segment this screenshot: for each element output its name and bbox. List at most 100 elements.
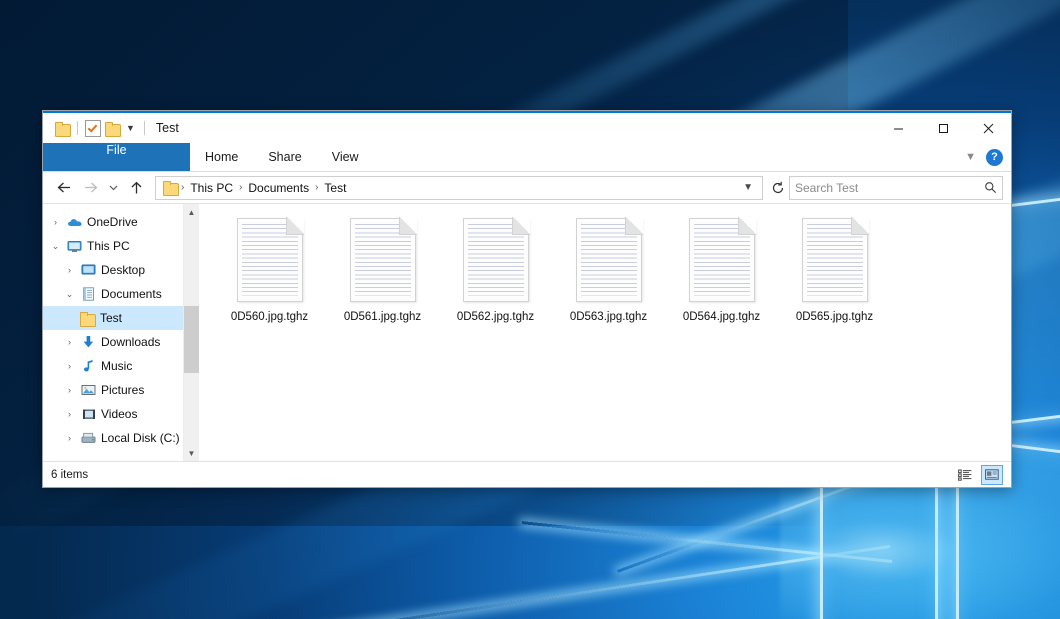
close-button[interactable]	[966, 113, 1011, 143]
sidebar-item-label: Test	[100, 311, 122, 325]
sidebar-item-label: OneDrive	[87, 215, 138, 229]
sidebar-item-label: Videos	[101, 407, 137, 421]
monitor-icon	[66, 238, 83, 254]
sidebar-item-documents[interactable]: ⌄ Documents	[43, 282, 183, 306]
music-icon	[80, 358, 97, 374]
file-item[interactable]: 0D560.jpg.tghz	[213, 216, 326, 323]
separator	[77, 121, 78, 135]
tab-share[interactable]: Share	[253, 143, 316, 171]
sidebar-scrollbar[interactable]: ▲ ▼	[183, 204, 199, 461]
view-toggle-group	[955, 462, 1003, 487]
recent-locations-button[interactable]	[103, 175, 123, 201]
videos-icon	[80, 406, 97, 422]
sidebar-item-videos[interactable]: › Videos	[43, 402, 183, 426]
file-grid: 0D560.jpg.tghz 0D561.jpg.tghz 0D562.jpg.…	[213, 216, 1011, 323]
window-title: Test	[156, 121, 179, 135]
scroll-down-arrow[interactable]: ▼	[184, 445, 199, 461]
sidebar-item-label: Music	[101, 359, 132, 373]
sidebar-item-onedrive[interactable]: › OneDrive	[43, 210, 183, 234]
chevron-down-icon[interactable]: ▼	[124, 124, 137, 133]
chevron-right-icon[interactable]: ›	[63, 385, 76, 395]
ribbon-right-controls: ▼ ?	[965, 143, 1003, 171]
file-name: 0D560.jpg.tghz	[231, 311, 308, 323]
maximize-button[interactable]	[921, 113, 966, 143]
item-count-label: 6 items	[51, 469, 88, 481]
separator	[144, 121, 145, 135]
tab-file[interactable]: File	[43, 143, 190, 171]
generic-file-icon	[802, 218, 868, 302]
sidebar-item-downloads[interactable]: › Downloads	[43, 330, 183, 354]
sidebar-item-label: Local Disk (C:)	[101, 431, 180, 445]
file-name: 0D565.jpg.tghz	[796, 311, 873, 323]
download-icon	[80, 334, 97, 350]
tab-view[interactable]: View	[317, 143, 374, 171]
sidebar-item-pictures[interactable]: › Pictures	[43, 378, 183, 402]
file-name: 0D564.jpg.tghz	[683, 311, 760, 323]
scroll-up-arrow[interactable]: ▲	[184, 204, 199, 220]
breadcrumb-test[interactable]: Test	[319, 181, 351, 195]
large-icons-view-button[interactable]	[981, 465, 1003, 485]
details-view-button[interactable]	[955, 466, 975, 484]
search-box[interactable]: Search Test	[789, 176, 1003, 200]
file-list-view[interactable]: 0D560.jpg.tghz 0D561.jpg.tghz 0D562.jpg.…	[199, 204, 1011, 461]
sidebar-item-label: Pictures	[101, 383, 144, 397]
sidebar-item-label: Downloads	[101, 335, 160, 349]
chevron-down-icon[interactable]: ▼	[965, 151, 976, 163]
chevron-right-icon[interactable]: ›	[63, 409, 76, 419]
file-name: 0D562.jpg.tghz	[457, 311, 534, 323]
search-input[interactable]: Search Test	[795, 181, 984, 195]
properties-icon[interactable]	[85, 120, 101, 137]
help-button[interactable]: ?	[986, 149, 1003, 166]
sidebar-item-this-pc[interactable]: ⌄ This PC	[43, 234, 183, 258]
sidebar-item-desktop[interactable]: › Desktop	[43, 258, 183, 282]
file-item[interactable]: 0D565.jpg.tghz	[778, 216, 891, 323]
documents-icon	[80, 286, 97, 302]
minimize-button[interactable]	[876, 113, 921, 143]
pictures-icon	[80, 382, 97, 398]
search-icon	[984, 181, 997, 194]
scrollbar-thumb[interactable]	[184, 306, 199, 374]
chevron-right-icon[interactable]: ›	[63, 265, 76, 275]
breadcrumb-documents[interactable]: Documents	[243, 181, 314, 195]
chevron-down-icon[interactable]: ⌄	[63, 289, 76, 300]
up-button[interactable]	[123, 175, 149, 201]
new-folder-icon[interactable]	[105, 122, 120, 135]
chevron-down-icon[interactable]: ⌄	[49, 241, 62, 252]
title-bar[interactable]: ▼ Test	[43, 113, 1011, 143]
quick-access-toolbar[interactable]: ▼	[43, 120, 148, 137]
generic-file-icon	[576, 218, 642, 302]
sidebar-item-label: This PC	[87, 239, 130, 253]
chevron-down-icon[interactable]: ▼	[738, 182, 758, 193]
generic-file-icon	[463, 218, 529, 302]
file-item[interactable]: 0D562.jpg.tghz	[439, 216, 552, 323]
file-item[interactable]: 0D564.jpg.tghz	[665, 216, 778, 323]
forward-button[interactable]	[77, 175, 103, 201]
chevron-right-icon[interactable]: ›	[63, 361, 76, 371]
file-item[interactable]: 0D561.jpg.tghz	[326, 216, 439, 323]
breadcrumb: › This PC › Documents › Test	[180, 181, 738, 195]
cloud-icon	[66, 214, 83, 230]
file-explorer-window: ▼ Test File Home Share View ▼ ?	[42, 110, 1012, 488]
folder-icon	[79, 310, 96, 326]
navigation-pane: › OneDrive ⌄ This PC › Desktop	[43, 204, 183, 461]
sidebar-item-test[interactable]: Test	[43, 306, 183, 330]
scrollbar-track[interactable]	[184, 220, 199, 445]
tab-home[interactable]: Home	[190, 143, 253, 171]
status-bar: 6 items	[43, 461, 1011, 487]
file-item[interactable]: 0D563.jpg.tghz	[552, 216, 665, 323]
window-body: › OneDrive ⌄ This PC › Desktop	[43, 203, 1011, 461]
file-name: 0D563.jpg.tghz	[570, 311, 647, 323]
back-button[interactable]	[51, 175, 77, 201]
window-controls	[876, 113, 1011, 143]
chevron-right-icon[interactable]: ›	[49, 217, 62, 227]
sidebar-item-local-disk-c[interactable]: › Local Disk (C:)	[43, 426, 183, 450]
chevron-right-icon[interactable]: ›	[63, 337, 76, 347]
sidebar-item-music[interactable]: › Music	[43, 354, 183, 378]
chevron-right-icon[interactable]: ›	[63, 433, 76, 443]
folder-icon	[163, 181, 178, 194]
refresh-button[interactable]	[767, 177, 789, 199]
address-bar[interactable]: › This PC › Documents › Test ▼	[155, 176, 763, 200]
generic-file-icon	[350, 218, 416, 302]
folder-icon[interactable]	[55, 122, 70, 135]
breadcrumb-this-pc[interactable]: This PC	[185, 181, 238, 195]
